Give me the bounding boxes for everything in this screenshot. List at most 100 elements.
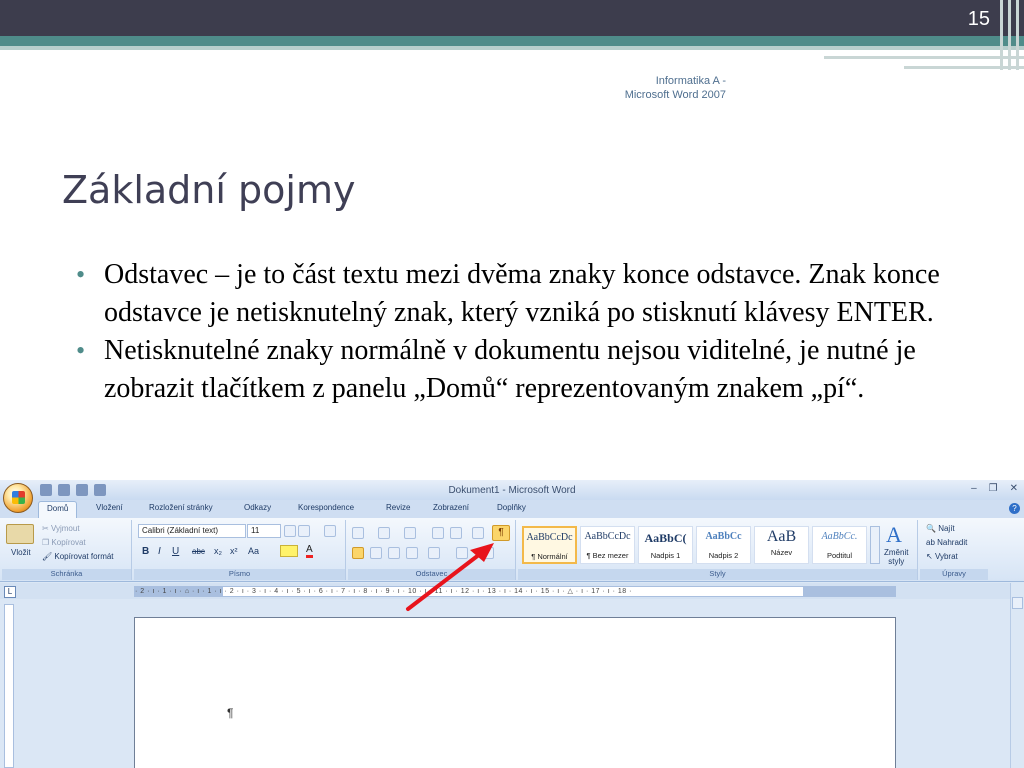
bullets-icon[interactable] — [352, 527, 364, 539]
change-styles-icon[interactable]: A — [886, 522, 902, 548]
align-center-icon[interactable] — [370, 547, 382, 559]
style-sample: AaBbCc — [705, 531, 742, 542]
vertical-ruler[interactable] — [4, 604, 14, 768]
cut-label: Vyjmout — [50, 524, 80, 533]
replace-label: Nahradit — [937, 538, 968, 547]
tab-selector-icon[interactable]: L — [4, 586, 16, 598]
vertical-scrollbar[interactable] — [1010, 583, 1024, 768]
bullet-item: Netisknutelné znaky normálně v dokumentu… — [76, 332, 976, 408]
paste-button[interactable]: Vložit — [11, 548, 31, 557]
borders-icon[interactable] — [482, 547, 494, 559]
shrink-font-icon[interactable] — [298, 525, 310, 537]
tab-insert[interactable]: Vložení — [96, 503, 123, 512]
find-button[interactable]: 🔍 Najít — [926, 524, 955, 533]
tab-mailings[interactable]: Korespondence — [298, 503, 354, 512]
slide-top-bar — [0, 0, 1024, 36]
underline-button[interactable]: U — [172, 546, 179, 557]
tab-review[interactable]: Revize — [386, 503, 410, 512]
paste-icon[interactable] — [6, 524, 34, 544]
font-name-select[interactable]: Calibri (Základní text) — [138, 524, 246, 538]
office-button[interactable] — [3, 483, 33, 513]
subscript-button[interactable]: x₂ — [214, 546, 222, 556]
font-size-select[interactable]: 11 — [247, 524, 281, 538]
grow-font-icon[interactable] — [284, 525, 296, 537]
slide-accent-band — [0, 36, 1024, 46]
justify-icon[interactable] — [406, 547, 418, 559]
group-label: Styly — [518, 569, 917, 580]
strikethrough-button[interactable]: abc — [192, 547, 205, 556]
tab-references[interactable]: Odkazy — [244, 503, 271, 512]
change-case-button[interactable]: Aa — [248, 546, 259, 556]
increase-indent-icon[interactable] — [450, 527, 462, 539]
style-name: Nadpis 2 — [708, 551, 739, 560]
close-icon[interactable]: ✕ — [1010, 483, 1018, 494]
multilevel-list-icon[interactable] — [404, 527, 416, 539]
help-icon[interactable]: ? — [1009, 503, 1020, 514]
group-editing: 🔍 Najít ab Nahradit ↖ Vybrat Úpravy — [920, 520, 988, 580]
style-sample: AaB — [766, 528, 797, 544]
minimize-icon[interactable]: – — [971, 483, 977, 494]
style-sample: AaBbCcDc — [584, 531, 631, 542]
replace-button[interactable]: ab Nahradit — [926, 538, 967, 547]
style-subtitle[interactable]: AaBbCc. Podtitul — [812, 526, 867, 564]
styles-scroll-icon[interactable] — [870, 526, 880, 564]
decor-line — [824, 56, 1024, 59]
superscript-button[interactable]: x² — [230, 546, 238, 556]
tab-view[interactable]: Zobrazení — [433, 503, 469, 512]
decrease-indent-icon[interactable] — [432, 527, 444, 539]
change-styles-label: styly — [888, 557, 905, 566]
shading-icon[interactable] — [456, 547, 468, 559]
group-clipboard: Vložit ✂ Vyjmout ❐ Kopírovat 🖌 Kopírovat… — [2, 520, 132, 580]
group-label: Odstavec — [348, 569, 515, 580]
group-styles: AaBbCcDc ¶ Normální AaBbCcDc ¶ Bez mezer A… — [518, 520, 918, 580]
ruler-scale: · 2 · ı · 1 · ı · ⌂ · ı · 1 · ı · 2 · ı … — [135, 588, 632, 595]
find-label: Najít — [938, 524, 955, 533]
bullet-item: Odstavec – je to část textu mezi dvěma z… — [76, 256, 976, 332]
align-right-icon[interactable] — [388, 547, 400, 559]
cut-button[interactable]: ✂ Vyjmout — [42, 524, 80, 533]
align-left-icon[interactable] — [352, 547, 364, 559]
tab-home[interactable]: Domů — [38, 501, 78, 518]
group-paragraph: Odstavec — [348, 520, 516, 580]
word-window-title: Dokument1 - Microsoft Word — [448, 485, 576, 496]
show-formatting-marks-button[interactable]: ¶ — [492, 525, 510, 541]
tab-page-layout[interactable]: Rozložení stránky — [149, 503, 213, 512]
bullet-list: Odstavec – je to část textu mezi dvěma z… — [76, 256, 976, 408]
style-normal[interactable]: AaBbCcDc ¶ Normální — [522, 526, 577, 564]
sort-icon[interactable] — [472, 527, 484, 539]
clear-format-icon[interactable] — [324, 525, 336, 537]
font-color-icon[interactable]: A — [306, 544, 313, 558]
scroll-up-icon[interactable] — [1012, 597, 1023, 609]
course-label: Informatika A - Microsoft Word 2007 — [590, 74, 726, 102]
format-painter-button[interactable]: 🖌 Kopírovat formát — [42, 552, 114, 561]
copy-button[interactable]: ❐ Kopírovat — [42, 538, 86, 547]
copy-label: Kopírovat — [51, 538, 86, 547]
style-title[interactable]: AaB Název — [754, 526, 809, 564]
office-logo-icon — [12, 491, 25, 504]
slide-title: Základní pojmy — [62, 168, 356, 212]
style-name: ¶ Normální — [531, 552, 568, 561]
style-name: Nadpis 1 — [650, 551, 681, 560]
style-sample: AaBbC( — [644, 531, 687, 545]
word-screenshot: Dokument1 - Microsoft Word – ❐ ✕ Domů Vl… — [0, 480, 1024, 768]
highlight-icon[interactable] — [280, 545, 298, 557]
italic-button[interactable]: I — [158, 546, 161, 557]
style-no-spacing[interactable]: AaBbCcDc ¶ Bez mezer — [580, 526, 635, 564]
ruler-row: L · 2 · ı · 1 · ı · ⌂ · ı · 1 · ı · 2 · … — [0, 583, 1024, 599]
ruler-margin — [803, 587, 895, 596]
style-sample: AaBbCc. — [821, 531, 858, 542]
decor-edge-lines — [996, 0, 1024, 70]
horizontal-ruler[interactable]: · 2 · ı · 1 · ı · ⌂ · ı · 1 · ı · 2 · ı … — [134, 586, 896, 597]
group-label: Úpravy — [920, 569, 988, 580]
numbering-icon[interactable] — [378, 527, 390, 539]
style-heading-1[interactable]: AaBbC( Nadpis 1 — [638, 526, 693, 564]
change-styles-button[interactable]: Změnit styly — [884, 548, 908, 566]
tab-addins[interactable]: Doplňky — [497, 503, 526, 512]
slide-accent-band-light — [0, 46, 1024, 50]
document-page[interactable]: ¶ — [134, 617, 896, 768]
restore-icon[interactable]: ❐ — [989, 483, 998, 494]
bold-button[interactable]: B — [142, 546, 149, 557]
style-heading-2[interactable]: AaBbCc Nadpis 2 — [696, 526, 751, 564]
select-button[interactable]: ↖ Vybrat — [926, 552, 958, 561]
line-spacing-icon[interactable] — [428, 547, 440, 559]
